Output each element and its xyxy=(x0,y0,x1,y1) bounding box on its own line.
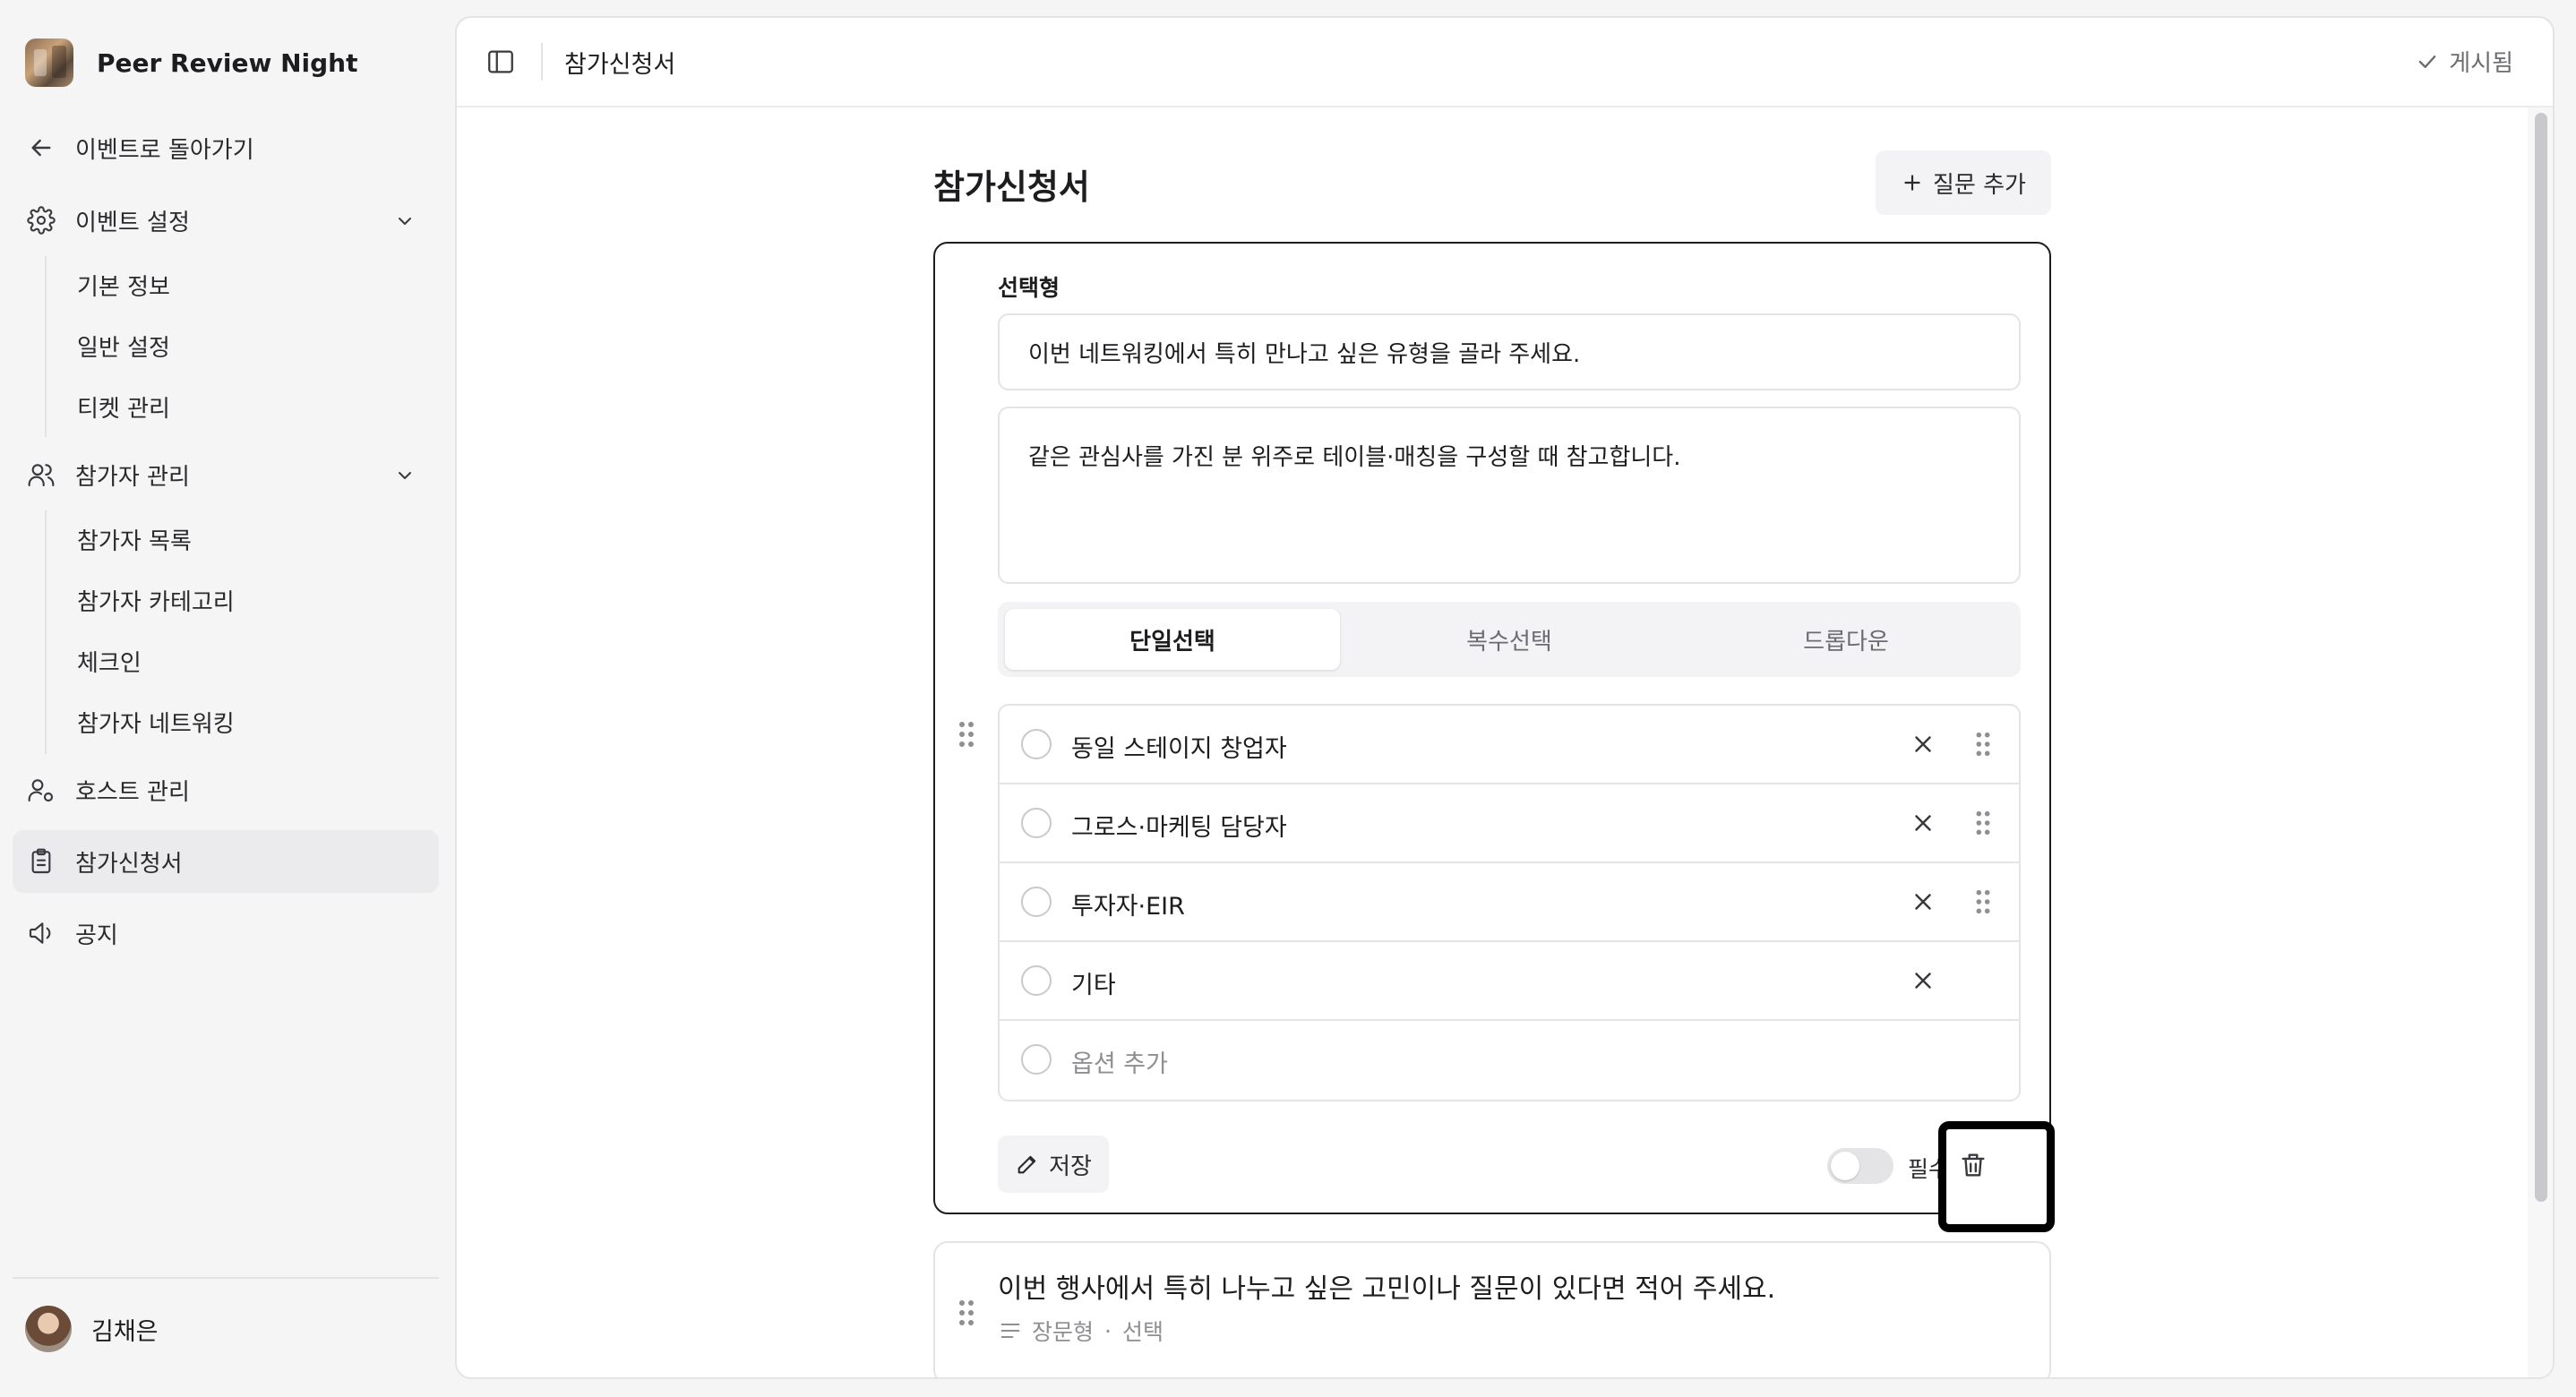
gear-icon xyxy=(27,206,56,235)
clipboard-list-icon xyxy=(31,848,51,874)
add-option-label[interactable]: 옵션 추가 xyxy=(1071,1044,1168,1079)
option-row: 투자자·EIR xyxy=(1000,863,2019,942)
topbar-divider xyxy=(541,43,543,81)
option-radio xyxy=(1021,1044,1052,1075)
arrow-left-icon xyxy=(31,139,51,157)
attendees-submenu: 참가자 목록 참가자 카테고리 체크인 참가자 네트워킹 xyxy=(45,510,235,754)
question-title: 이번 행사에서 특히 나누고 싶은 고민이나 질문이 있다면 적어 주세요. xyxy=(998,1273,1776,1305)
drag-handle-icon[interactable] xyxy=(957,1298,976,1327)
option-label[interactable]: 투자자·EIR xyxy=(1071,887,1185,921)
scrollbar-thumb[interactable] xyxy=(2535,113,2547,1202)
option-row: 기타 xyxy=(1000,942,2019,1021)
save-button[interactable]: 저장 xyxy=(998,1136,1109,1193)
drag-handle-icon[interactable] xyxy=(1974,888,1992,915)
topbar-title: 참가신청서 xyxy=(564,51,676,79)
page-title: 참가신청서 xyxy=(933,167,1090,207)
question-description-input[interactable]: 같은 관심사를 가진 분 위주로 테이블·매칭을 구성할 때 참고합니다. xyxy=(998,407,2021,584)
event-name: Peer Review Night xyxy=(97,47,358,78)
question-title-input[interactable]: 이번 네트워킹에서 특히 만나고 싶은 유형을 골라 주세요. xyxy=(998,313,2021,390)
option-radio[interactable] xyxy=(1021,729,1052,759)
hosts-label: 호스트 관리 xyxy=(75,778,190,806)
option-label[interactable]: 그로스·마케팅 담당자 xyxy=(1071,808,1287,843)
user-settings-icon xyxy=(28,779,54,802)
megaphone-icon xyxy=(29,922,51,944)
event-settings-submenu: 기본 정보 일반 설정 티켓 관리 xyxy=(45,256,170,437)
question-meta: 장문형 · 선택 xyxy=(998,1315,1163,1347)
check-icon xyxy=(2418,55,2436,68)
question-type: 장문형 xyxy=(1032,1319,1095,1345)
save-label: 저장 xyxy=(1049,1153,1092,1180)
sidebar-toggle-icon[interactable] xyxy=(485,47,516,77)
brand[interactable]: Peer Review Night xyxy=(25,34,357,91)
sidebar-item-basic-info[interactable]: 기본 정보 xyxy=(77,269,170,302)
option-row: 동일 스테이지 창업자 xyxy=(1000,706,2019,784)
back-to-event-link[interactable]: 이벤트로 돌아가기 xyxy=(13,116,439,179)
chevron-down-icon xyxy=(399,218,411,225)
add-question-button[interactable]: 질문 추가 xyxy=(1876,150,2051,215)
option-label[interactable]: 기타 xyxy=(1071,965,1116,1000)
sidebar-item-attendees[interactable]: 참가자 관리 xyxy=(13,443,439,506)
published-status-label: 게시됨 xyxy=(2449,50,2513,77)
sidebar: Peer Review Night 이벤트로 돌아가기 이벤트 설정 기본 정보… xyxy=(0,0,452,1397)
drag-handle-icon[interactable] xyxy=(1974,810,1992,836)
option-radio[interactable] xyxy=(1021,965,1052,996)
meta-separator: · xyxy=(1104,1317,1112,1344)
add-question-label: 질문 추가 xyxy=(1933,171,2026,199)
options-list: 동일 스테이지 창업자 그로스·마케팅 담당자 투자자·EIR 기타 옵션 추가 xyxy=(998,704,2021,1101)
selection-mode-segmented-control: 단일선택 복수선택 드롭다운 xyxy=(998,602,2021,677)
option-radio[interactable] xyxy=(1021,808,1052,838)
text-align-icon xyxy=(1000,1323,1020,1339)
close-icon[interactable] xyxy=(1910,888,1936,915)
user-profile[interactable]: 김채은 xyxy=(25,1304,159,1354)
mode-single-select[interactable]: 단일선택 xyxy=(1005,609,1340,670)
sidebar-item-checkin[interactable]: 체크인 xyxy=(77,645,142,678)
avatar xyxy=(25,1306,72,1352)
sidebar-item-event-settings[interactable]: 이벤트 설정 xyxy=(13,189,439,252)
sidebar-item-notice[interactable]: 공지 xyxy=(13,902,439,964)
published-status-button[interactable]: 게시됨 xyxy=(2415,45,2513,78)
plus-icon xyxy=(1904,175,1920,191)
application-form-label: 참가신청서 xyxy=(75,850,183,878)
required-toggle[interactable] xyxy=(1827,1148,1893,1184)
notice-label: 공지 xyxy=(75,921,118,949)
sidebar-item-application-form[interactable]: 참가신청서 xyxy=(13,830,439,893)
close-icon[interactable] xyxy=(1910,967,1936,994)
drag-handle-icon[interactable] xyxy=(957,720,976,749)
sidebar-item-attendee-category[interactable]: 참가자 카테고리 xyxy=(77,584,235,617)
back-to-event-label: 이벤트로 돌아가기 xyxy=(75,136,254,164)
sidebar-item-attendee-networking[interactable]: 참가자 네트워킹 xyxy=(77,706,235,739)
close-icon[interactable] xyxy=(1910,731,1936,758)
sidebar-item-general-settings[interactable]: 일반 설정 xyxy=(77,330,170,363)
sidebar-item-hosts[interactable]: 호스트 관리 xyxy=(13,758,439,821)
option-label[interactable]: 동일 스테이지 창업자 xyxy=(1071,729,1287,764)
event-settings-label: 이벤트 설정 xyxy=(75,209,190,236)
main-panel: 참가신청서 게시됨 참가신청서 질문 추가 선택형 이번 네트워킹에서 특히 만… xyxy=(455,16,2555,1379)
option-radio[interactable] xyxy=(1021,887,1052,917)
users-icon xyxy=(28,464,55,487)
sidebar-item-ticket-management[interactable]: 티켓 관리 xyxy=(77,390,170,424)
mode-multi-select[interactable]: 복수선택 xyxy=(1342,609,1677,670)
question-card-editing: 선택형 이번 네트워킹에서 특히 만나고 싶은 유형을 골라 주세요. 같은 관… xyxy=(933,242,2055,1232)
topbar: 참가신청서 게시됨 xyxy=(457,18,2553,107)
pencil-icon xyxy=(1018,1155,1036,1174)
mode-dropdown[interactable]: 드롭다운 xyxy=(1679,609,2014,670)
sidebar-divider xyxy=(13,1277,439,1279)
chevron-down-icon xyxy=(399,472,411,479)
attendees-label: 참가자 관리 xyxy=(75,463,190,491)
close-icon[interactable] xyxy=(1910,810,1936,836)
delete-button-highlight xyxy=(1938,1121,2055,1232)
sidebar-item-attendee-list[interactable]: 참가자 목록 xyxy=(77,523,192,556)
question-type-label: 선택형 xyxy=(998,275,1060,301)
trash-icon[interactable] xyxy=(1958,1149,1988,1181)
question-card-collapsed[interactable]: 이번 행사에서 특히 나누고 싶은 고민이나 질문이 있다면 적어 주세요. 장… xyxy=(933,1241,2051,1377)
drag-handle-icon[interactable] xyxy=(1974,731,1992,758)
question-requirement: 선택 xyxy=(1121,1319,1163,1345)
option-row: 그로스·마케팅 담당자 xyxy=(1000,784,2019,863)
user-name: 김채은 xyxy=(91,1317,159,1346)
add-option-row[interactable]: 옵션 추가 xyxy=(1000,1021,2019,1100)
event-logo xyxy=(25,39,73,87)
